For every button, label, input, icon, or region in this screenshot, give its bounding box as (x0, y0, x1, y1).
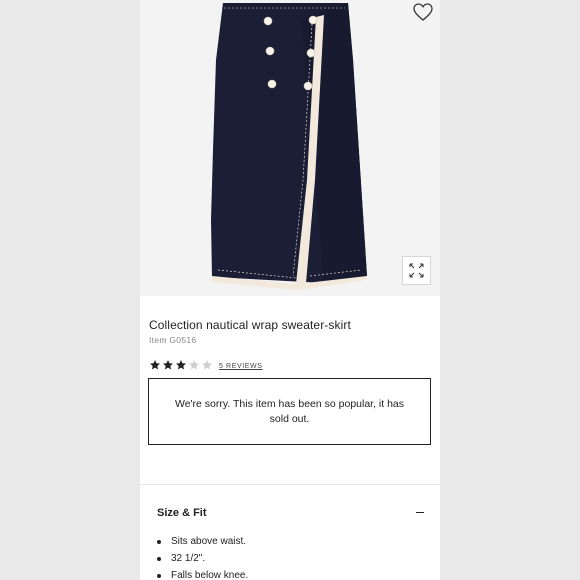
skirt-illustration (211, 3, 367, 290)
reviews-link[interactable]: 5 REVIEWS (219, 363, 263, 370)
expand-icon (409, 263, 424, 278)
star-icon (163, 360, 173, 370)
product-title: Collection nautical wrap sweater-skirt (149, 318, 351, 332)
list-item-text: Sits above waist. (171, 536, 247, 547)
sold-out-message: We're sorry. This item has been so popul… (174, 397, 405, 425)
zoom-button[interactable] (402, 256, 431, 285)
star-rating (149, 359, 213, 371)
bullet-icon (157, 540, 161, 544)
bullet-icon (157, 557, 161, 561)
size-fit-list: Sits above waist. 32 1/2". Falls below k… (157, 536, 248, 580)
size-fit-title: Size & Fit (157, 507, 207, 519)
star-icon (189, 360, 199, 370)
star-icon (176, 360, 186, 370)
list-item: Falls below knee. (157, 570, 248, 580)
item-number: Item G0516 (149, 335, 197, 345)
section-divider (140, 484, 440, 485)
bullet-icon (157, 574, 161, 578)
size-fit-header[interactable]: Size & Fit (140, 496, 440, 528)
star-icon (202, 360, 212, 370)
list-item-text: Falls below knee. (171, 570, 249, 580)
product-image[interactable] (140, 0, 440, 296)
heart-outline-icon (413, 3, 433, 21)
product-card: Collection nautical wrap sweater-skirt I… (140, 0, 440, 580)
sold-out-notice: We're sorry. This item has been so popul… (148, 378, 431, 445)
list-item: Sits above waist. (157, 536, 248, 553)
star-icon (150, 360, 160, 370)
minus-icon[interactable] (416, 512, 424, 514)
favorite-button[interactable] (412, 2, 434, 22)
list-item: 32 1/2". (157, 553, 248, 570)
rating-row: 5 REVIEWS (149, 358, 263, 372)
list-item-text: 32 1/2". (171, 553, 206, 564)
